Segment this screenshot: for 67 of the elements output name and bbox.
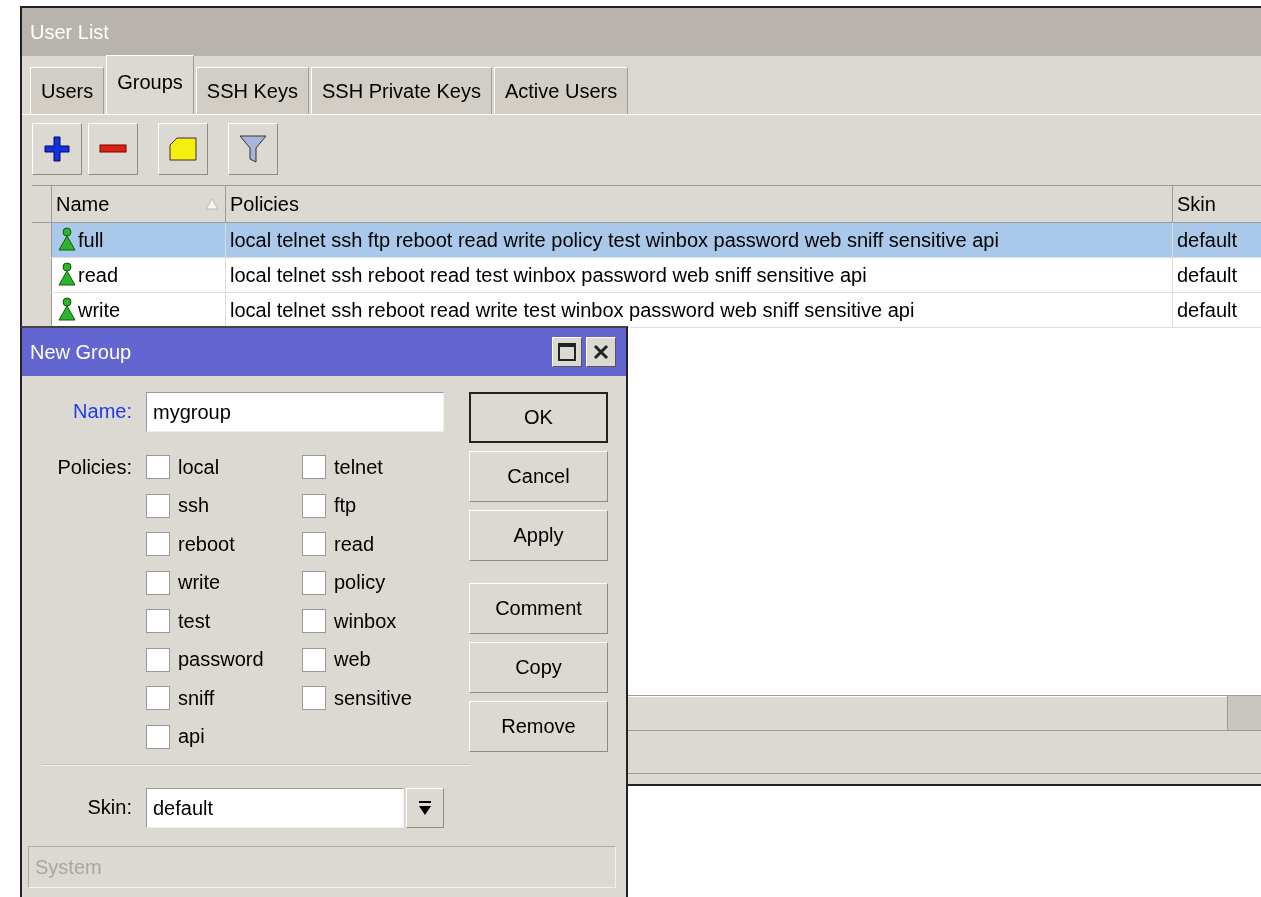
dropdown-button[interactable] (406, 788, 444, 828)
table-cell: read (78, 263, 119, 287)
table-row[interactable]: read local telnet ssh reboot read test winbox password web sniff sensitive api default (32, 258, 1261, 293)
policy-checkbox[interactable]: telnet (302, 448, 469, 487)
table-cell: write (78, 298, 121, 322)
group-icon (56, 297, 78, 323)
skin-field[interactable]: default (146, 788, 404, 828)
policy-checkbox[interactable]: read (302, 525, 469, 564)
policy-checkbox[interactable]: web (302, 640, 469, 679)
field-label: Policies: (56, 455, 132, 479)
tab[interactable]: SSH Keys (195, 67, 309, 114)
column-header[interactable]: Name (52, 186, 226, 222)
policy-checkbox[interactable]: write (146, 563, 302, 602)
filter-button[interactable] (228, 123, 278, 175)
table-cell: local telnet ssh reboot read write test winbox password web sniff sensitive api (230, 298, 915, 322)
policy-checkbox[interactable]: reboot (146, 525, 302, 564)
sort-icon (205, 198, 219, 210)
policy-checkbox[interactable]: ftp (302, 486, 469, 525)
filter-icon (239, 134, 267, 164)
comment-button[interactable] (158, 123, 208, 175)
tab[interactable]: Users (30, 67, 105, 114)
policy-checkbox[interactable]: api (146, 717, 302, 756)
column-header[interactable]: Skin (1173, 186, 1261, 222)
dialog-button[interactable]: Comment (469, 583, 608, 634)
tab[interactable]: Active Users (493, 67, 629, 114)
tab[interactable]: SSH Private Keys (311, 67, 492, 114)
note-icon (169, 137, 197, 161)
table-cell: default (1177, 298, 1238, 322)
table-cell: local telnet ssh reboot read test winbox password web sniff sensitive api (230, 263, 867, 287)
maximize-icon (558, 343, 576, 361)
close-icon (593, 344, 609, 360)
dialog-button[interactable]: Apply (469, 510, 608, 561)
table-cell: local telnet ssh ftp reboot read write policy test winbox password web sniff sensitive api (230, 228, 999, 252)
policy-checkbox[interactable]: sniff (146, 679, 302, 718)
policy-checkbox[interactable]: winbox (302, 602, 469, 641)
group-icon (56, 262, 78, 288)
column-header[interactable]: Policies (226, 186, 1173, 222)
table-row[interactable]: write local telnet ssh reboot read write test winbox password web sniff sensitive api default (32, 293, 1261, 328)
dialog-button[interactable]: Remove (469, 701, 608, 752)
dialog-button[interactable]: Copy (469, 642, 608, 693)
dialog-button[interactable]: Cancel (469, 451, 608, 502)
table-cell: full (78, 228, 104, 252)
table-row[interactable]: full local telnet ssh ftp reboot read write policy test winbox password web sniff sensitive api default (32, 223, 1261, 258)
policy-checkbox[interactable]: password (146, 640, 302, 679)
minus-icon (99, 144, 127, 154)
field-label: Name: (72, 399, 132, 423)
maximize-button[interactable] (552, 337, 582, 367)
name-field[interactable]: mygroup (146, 392, 444, 432)
window-title: User List (30, 20, 109, 44)
tab[interactable]: Groups (106, 55, 194, 114)
dialog-button[interactable]: OK (469, 392, 608, 443)
policy-checkbox[interactable]: local (146, 448, 302, 487)
policy-checkbox[interactable]: test (146, 602, 302, 641)
table-cell: default (1177, 228, 1238, 252)
group-icon (56, 227, 78, 253)
policy-checkbox[interactable]: sensitive (302, 679, 469, 718)
remove-button[interactable] (88, 123, 138, 175)
plus-icon (43, 135, 71, 163)
policy-checkbox[interactable]: policy (302, 563, 469, 602)
policy-checkbox[interactable]: ssh (146, 486, 302, 525)
field-label: Skin: (86, 795, 132, 819)
add-button[interactable] (32, 123, 82, 175)
close-button[interactable] (586, 337, 616, 367)
down-arrow-icon (418, 800, 432, 816)
row-header-cell (32, 258, 52, 292)
table-cell: default (1177, 263, 1238, 287)
dialog-title: New Group (30, 340, 132, 364)
